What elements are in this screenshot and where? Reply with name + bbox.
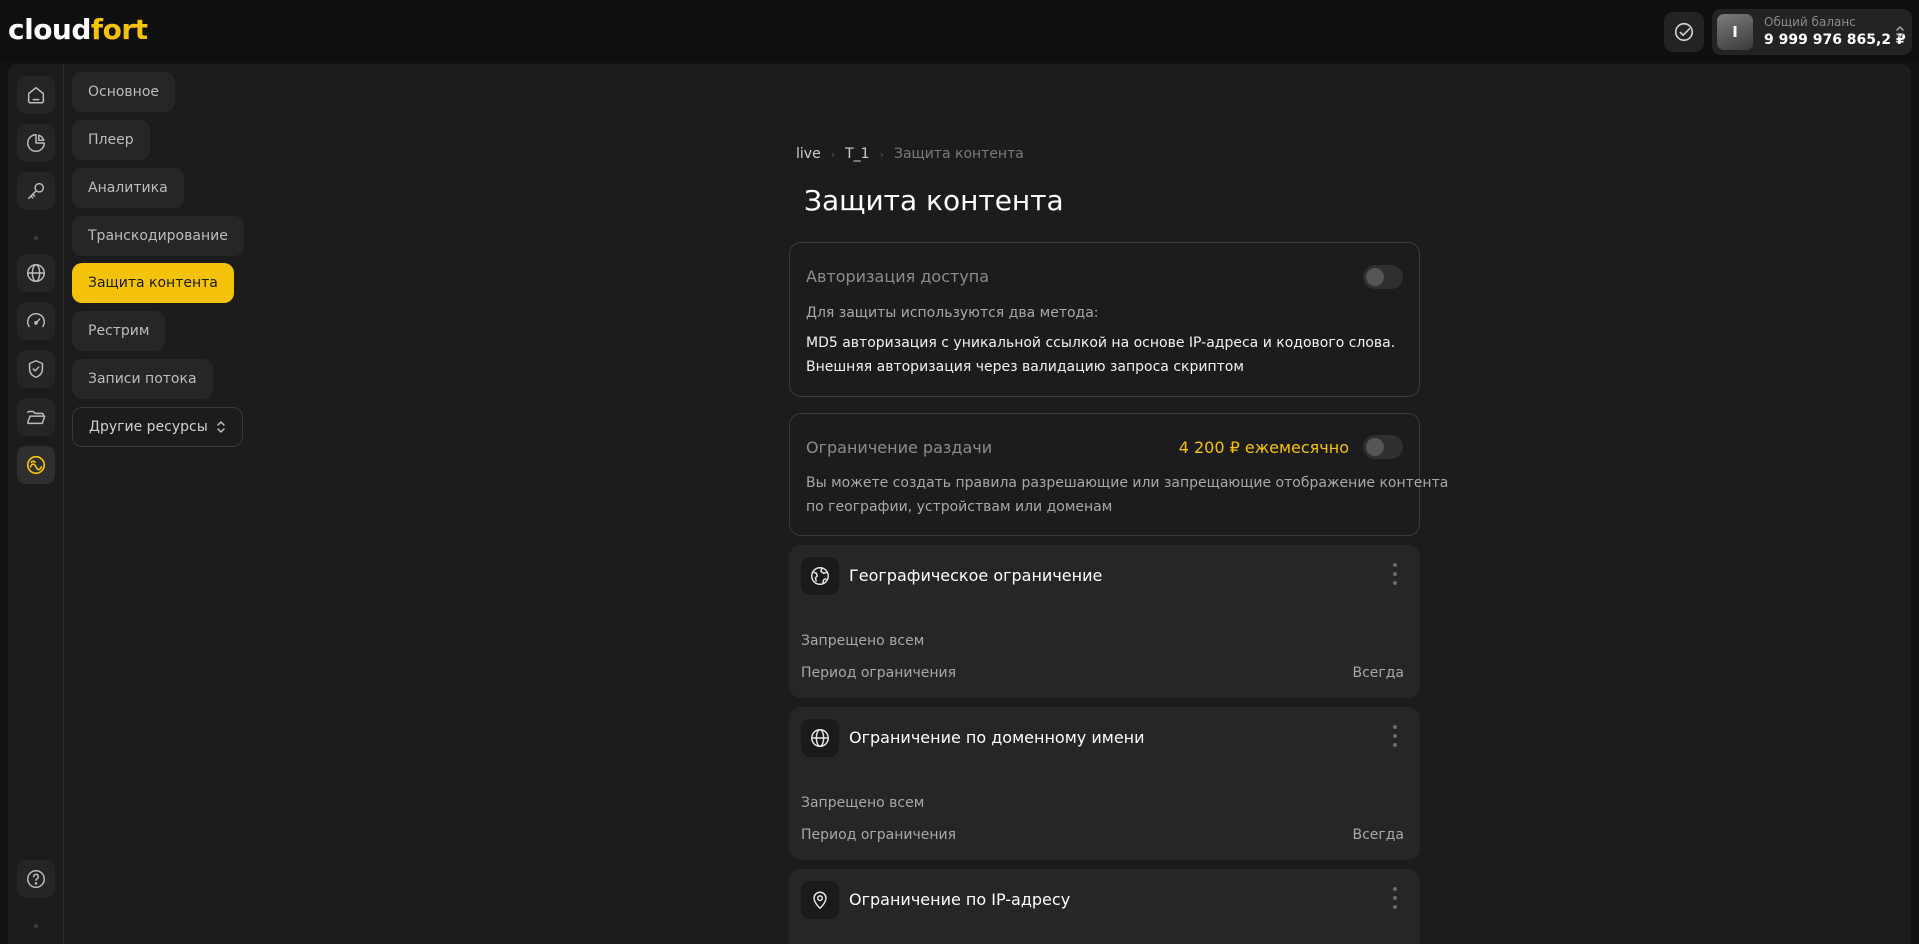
avatar: I xyxy=(1717,14,1753,50)
submenu-item-analytics[interactable]: Аналитика xyxy=(72,168,184,208)
sidebar-divider xyxy=(34,236,38,240)
rule-icon-box xyxy=(801,881,839,919)
check-circle-icon xyxy=(1673,21,1695,43)
submenu-item-player[interactable]: Плеер xyxy=(72,120,150,160)
distribution-limit-desc-line1: Вы можете создать правила разрешающие ил… xyxy=(806,475,1449,491)
account-balance-menu[interactable]: I Общий баланс 9 999 976 865,2 ₽ xyxy=(1712,9,1912,55)
sidebar-home-button[interactable] xyxy=(17,76,55,114)
rule-title: Ограничение по доменному имени xyxy=(849,728,1145,747)
chevron-updown-icon xyxy=(1894,23,1906,41)
pie-chart-icon xyxy=(25,132,47,154)
rule-icon-box xyxy=(801,719,839,757)
chevron-right-icon: › xyxy=(879,147,884,161)
rule-menu-button[interactable] xyxy=(1392,887,1398,909)
rule-period-value: Всегда xyxy=(1352,665,1404,681)
rule-period-value: Всегда xyxy=(1352,827,1404,843)
rule-card-domain: Ограничение по доменному имени Запрещено… xyxy=(789,707,1420,860)
access-authorization-card: Авторизация доступа Для защиты использую… xyxy=(789,242,1420,397)
rule-icon-box xyxy=(801,557,839,595)
access-authorization-method-external: Внешняя авторизация через валидацию запр… xyxy=(806,359,1244,375)
breadcrumb-item-stream[interactable]: T_1 xyxy=(845,146,869,162)
submenu-item-restream[interactable]: Рестрим xyxy=(72,311,166,351)
access-authorization-title: Авторизация доступа xyxy=(806,267,990,286)
breadcrumb: live › T_1 › Защита контента xyxy=(796,146,1024,162)
home-icon xyxy=(25,84,47,106)
access-authorization-method-md5: MD5 авторизация с уникальной ссылкой на … xyxy=(806,335,1396,351)
sidebar-security-button[interactable] xyxy=(17,350,55,388)
distribution-limit-desc-line2: по географии, устройствам или доменам xyxy=(806,499,1113,515)
rule-period-label: Период ограничения xyxy=(801,665,957,681)
geo-globe-icon xyxy=(809,565,831,587)
toggle-knob xyxy=(1366,268,1384,286)
breadcrumb-current: Защита контента xyxy=(893,146,1024,162)
rule-card-ip: Ограничение по IP-адресу xyxy=(789,869,1420,944)
submenu-item-basic[interactable]: Основное xyxy=(72,72,176,112)
distribution-limit-card: Ограничение раздачи 4 200 ₽ ежемесячно В… xyxy=(789,413,1448,536)
sidebar-storage-button[interactable] xyxy=(17,398,55,436)
rule-status: Запрещено всем xyxy=(801,633,925,649)
distribution-limit-price: 4 200 ₽ ежемесячно xyxy=(1178,438,1349,457)
key-icon xyxy=(25,180,47,202)
sidebar-keys-button[interactable] xyxy=(17,172,55,210)
icon-sidebar xyxy=(8,64,64,944)
other-resources-select[interactable]: Другие ресурсы xyxy=(72,407,243,447)
page-title: Защита контента xyxy=(804,184,1064,217)
other-resources-label: Другие ресурсы xyxy=(89,419,208,435)
chevron-right-icon: › xyxy=(830,147,836,161)
distribution-limit-title: Ограничение раздачи xyxy=(806,438,993,457)
submenu-item-transcoding[interactable]: Транскодирование xyxy=(72,216,244,256)
rule-title: Ограничение по IP-адресу xyxy=(849,890,1071,909)
sidebar-bottom-divider xyxy=(34,924,38,928)
toggle-knob xyxy=(1366,438,1384,456)
sidebar-analytics-button[interactable] xyxy=(17,124,55,162)
rule-menu-button[interactable] xyxy=(1392,725,1398,747)
sidebar-help-button[interactable] xyxy=(17,860,55,898)
balance-value: 9 999 976 865,2 ₽ xyxy=(1764,32,1906,48)
chevron-updown-icon xyxy=(216,419,226,435)
logo-text: cloud xyxy=(8,13,91,46)
rule-menu-button[interactable] xyxy=(1392,563,1398,585)
logo-accent-text: fort xyxy=(90,13,148,46)
globe-icon xyxy=(809,727,831,749)
sidebar-speed-button[interactable] xyxy=(17,302,55,340)
rule-title: Географическое ограничение xyxy=(849,566,1103,585)
sidebar-cdn-button[interactable] xyxy=(17,254,55,292)
rule-status: Запрещено всем xyxy=(801,795,925,811)
balance-label: Общий баланс xyxy=(1764,15,1856,29)
tasks-button[interactable] xyxy=(1664,12,1704,52)
location-pin-icon xyxy=(809,889,831,911)
submenu-item-recordings[interactable]: Записи потока xyxy=(72,359,213,399)
breadcrumb-item-live[interactable]: live xyxy=(796,146,821,162)
distribution-limit-toggle[interactable] xyxy=(1363,435,1403,459)
rule-period-label: Период ограничения xyxy=(801,827,957,843)
logo[interactable]: cloudfort xyxy=(8,13,148,46)
sidebar-streaming-button[interactable] xyxy=(17,446,55,484)
access-authorization-intro: Для защиты используются два метода: xyxy=(806,305,1099,321)
speedometer-icon xyxy=(25,310,47,332)
access-authorization-toggle[interactable] xyxy=(1363,265,1403,289)
shield-check-icon xyxy=(25,358,47,380)
stream-icon xyxy=(25,454,47,476)
top-bar: cloudfort I Общий баланс 9 999 976 865,2… xyxy=(0,0,1919,62)
help-icon xyxy=(25,868,47,890)
globe-icon xyxy=(25,262,47,284)
folder-open-icon xyxy=(25,406,47,428)
rule-card-geo: Географическое ограничение Запрещено все… xyxy=(789,545,1420,698)
submenu-item-content-protection[interactable]: Защита контента xyxy=(72,263,234,303)
